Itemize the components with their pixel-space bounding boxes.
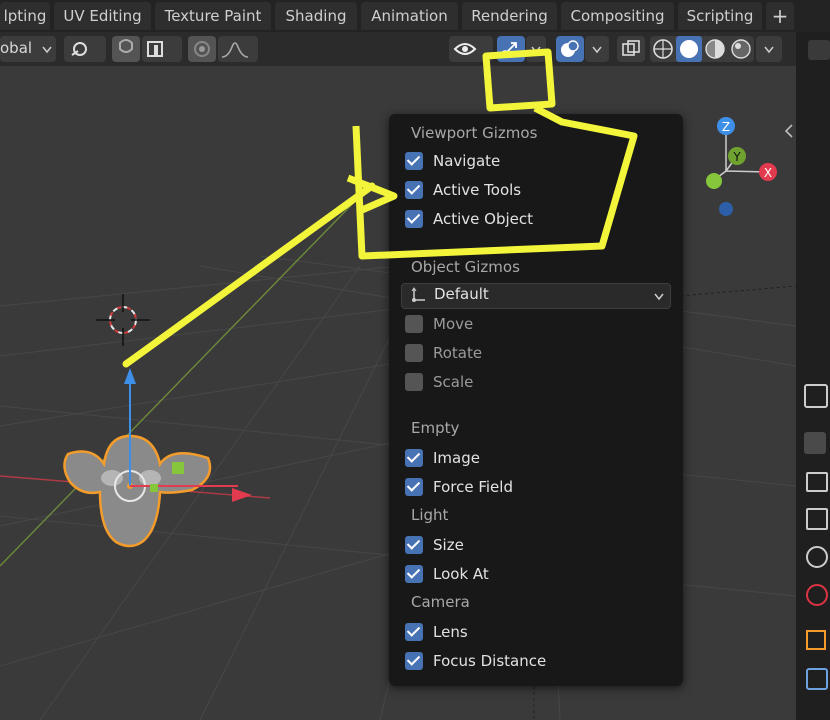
render-tab-icon[interactable] bbox=[804, 432, 826, 454]
view-layer-tab-icon[interactable] bbox=[806, 508, 828, 530]
link-icon bbox=[71, 42, 87, 56]
focus-distance-label: Focus Distance bbox=[433, 652, 547, 670]
snap-grid-icon bbox=[147, 41, 163, 57]
tab-shading[interactable]: Shading bbox=[275, 2, 357, 30]
tab-rendering[interactable]: Rendering bbox=[462, 2, 557, 30]
object-gizmo-orientation-dropdown[interactable]: Default bbox=[401, 283, 671, 309]
solid-shading-active[interactable] bbox=[676, 36, 702, 62]
checkbox[interactable] bbox=[405, 536, 423, 554]
pivot-point-dropdown[interactable] bbox=[64, 36, 106, 62]
image-label: Image bbox=[433, 449, 480, 467]
eye-icon bbox=[453, 43, 477, 55]
chevron-down-icon bbox=[42, 46, 52, 54]
add-workspace-button[interactable]: + bbox=[766, 2, 794, 30]
chevron-down-icon bbox=[654, 293, 664, 301]
viewport-header: obal bbox=[0, 32, 796, 66]
tab-animation[interactable]: Animation bbox=[361, 2, 458, 30]
scene-tab-icon[interactable] bbox=[806, 546, 828, 568]
checkbox[interactable] bbox=[405, 565, 423, 583]
solid-shading-icon bbox=[680, 40, 698, 58]
empty-heading: Empty bbox=[411, 419, 460, 437]
tab-compositing[interactable]: Compositing bbox=[561, 2, 674, 30]
tab-texture-paint[interactable]: Texture Paint bbox=[155, 2, 271, 30]
magnet-icon bbox=[119, 39, 133, 53]
lens-label: Lens bbox=[433, 623, 468, 641]
orientation-label: obal bbox=[0, 39, 33, 57]
material-shading-icon[interactable] bbox=[704, 38, 726, 60]
falloff-curve-icon bbox=[221, 42, 249, 58]
gizmo-dropdown[interactable] bbox=[526, 36, 546, 62]
rotate-label: Rotate bbox=[433, 344, 483, 362]
chevron-down-icon bbox=[764, 46, 774, 54]
proportional-falloff-dropdown[interactable] bbox=[218, 36, 258, 62]
snap-target-dropdown[interactable] bbox=[142, 36, 182, 62]
overlay-icon bbox=[561, 40, 579, 57]
active-tools-label: Active Tools bbox=[433, 181, 522, 199]
show-overlays-toggle[interactable] bbox=[556, 36, 584, 62]
navigate-label: Navigate bbox=[433, 152, 501, 170]
checkbox[interactable] bbox=[405, 315, 423, 333]
camera-heading: Camera bbox=[411, 593, 470, 611]
axis-z-label: Z bbox=[722, 120, 730, 134]
transform-orientation-dropdown[interactable]: obal bbox=[0, 36, 56, 62]
rendered-shading-icon[interactable] bbox=[730, 38, 752, 60]
proportional-edit-icon bbox=[194, 41, 210, 57]
checkbox[interactable] bbox=[405, 623, 423, 641]
checkbox[interactable] bbox=[405, 652, 423, 670]
properties-tab-strip bbox=[796, 32, 830, 720]
checkbox[interactable] bbox=[405, 152, 423, 170]
active-object-label: Active Object bbox=[433, 210, 534, 228]
outliner-icon[interactable] bbox=[808, 40, 830, 60]
tab-scripting[interactable]: Scripting bbox=[678, 2, 762, 30]
checkbox[interactable] bbox=[405, 210, 423, 228]
tab-sculpting[interactable]: lpting bbox=[0, 2, 50, 30]
workspace-tab-bar: lpting UV Editing Texture Paint Shading … bbox=[0, 0, 830, 32]
axis-x-label: X bbox=[764, 166, 772, 180]
checkbox[interactable] bbox=[405, 478, 423, 496]
3d-cursor[interactable] bbox=[96, 294, 150, 346]
object-tab-icon[interactable] bbox=[806, 630, 826, 650]
show-gizmo-toggle[interactable] bbox=[497, 36, 525, 62]
output-tab-icon[interactable] bbox=[806, 472, 828, 492]
overlays-dropdown[interactable] bbox=[585, 36, 609, 62]
chevron-down-icon bbox=[531, 46, 541, 54]
snap-toggle[interactable] bbox=[112, 36, 140, 62]
scale-label: Scale bbox=[433, 373, 474, 391]
gizmo-icon bbox=[501, 42, 517, 58]
shading-mode-group bbox=[650, 36, 754, 62]
checkbox[interactable] bbox=[405, 181, 423, 199]
checkbox[interactable] bbox=[405, 344, 423, 362]
gizmo-popover: Viewport Gizmos Navigate Active Tools Ac… bbox=[389, 114, 683, 686]
light-heading: Light bbox=[411, 506, 449, 524]
world-tab-icon[interactable] bbox=[806, 584, 828, 606]
object-gizmos-heading: Object Gizmos bbox=[411, 258, 520, 276]
visibility-dropdown[interactable] bbox=[449, 36, 493, 62]
force-field-label: Force Field bbox=[433, 478, 513, 496]
tool-tab-icon[interactable] bbox=[804, 384, 828, 408]
tab-uv-editing[interactable]: UV Editing bbox=[54, 2, 151, 30]
viewport-gizmos-heading: Viewport Gizmos bbox=[411, 124, 538, 142]
checkbox[interactable] bbox=[405, 449, 423, 467]
xray-icon bbox=[622, 40, 640, 56]
size-label: Size bbox=[433, 536, 464, 554]
proportional-edit-toggle[interactable] bbox=[188, 36, 216, 62]
look-at-label: Look At bbox=[433, 565, 489, 583]
shading-dropdown[interactable] bbox=[756, 36, 782, 62]
navigation-gizmo[interactable]: Z Y X bbox=[700, 116, 790, 226]
modifier-tab-icon[interactable] bbox=[806, 668, 828, 690]
wireframe-shading-icon[interactable] bbox=[652, 38, 674, 60]
move-label: Move bbox=[433, 315, 474, 333]
chevron-down-icon bbox=[592, 46, 602, 54]
axis-y-label: Y bbox=[732, 150, 741, 164]
selected-object-monkey[interactable] bbox=[63, 434, 212, 548]
orientation-icon bbox=[411, 287, 425, 302]
checkbox[interactable] bbox=[405, 373, 423, 391]
xray-toggle[interactable] bbox=[617, 36, 645, 62]
sidebar-collapse-icon[interactable] bbox=[784, 124, 794, 138]
object-gizmo-dropdown-value: Default bbox=[434, 285, 489, 303]
